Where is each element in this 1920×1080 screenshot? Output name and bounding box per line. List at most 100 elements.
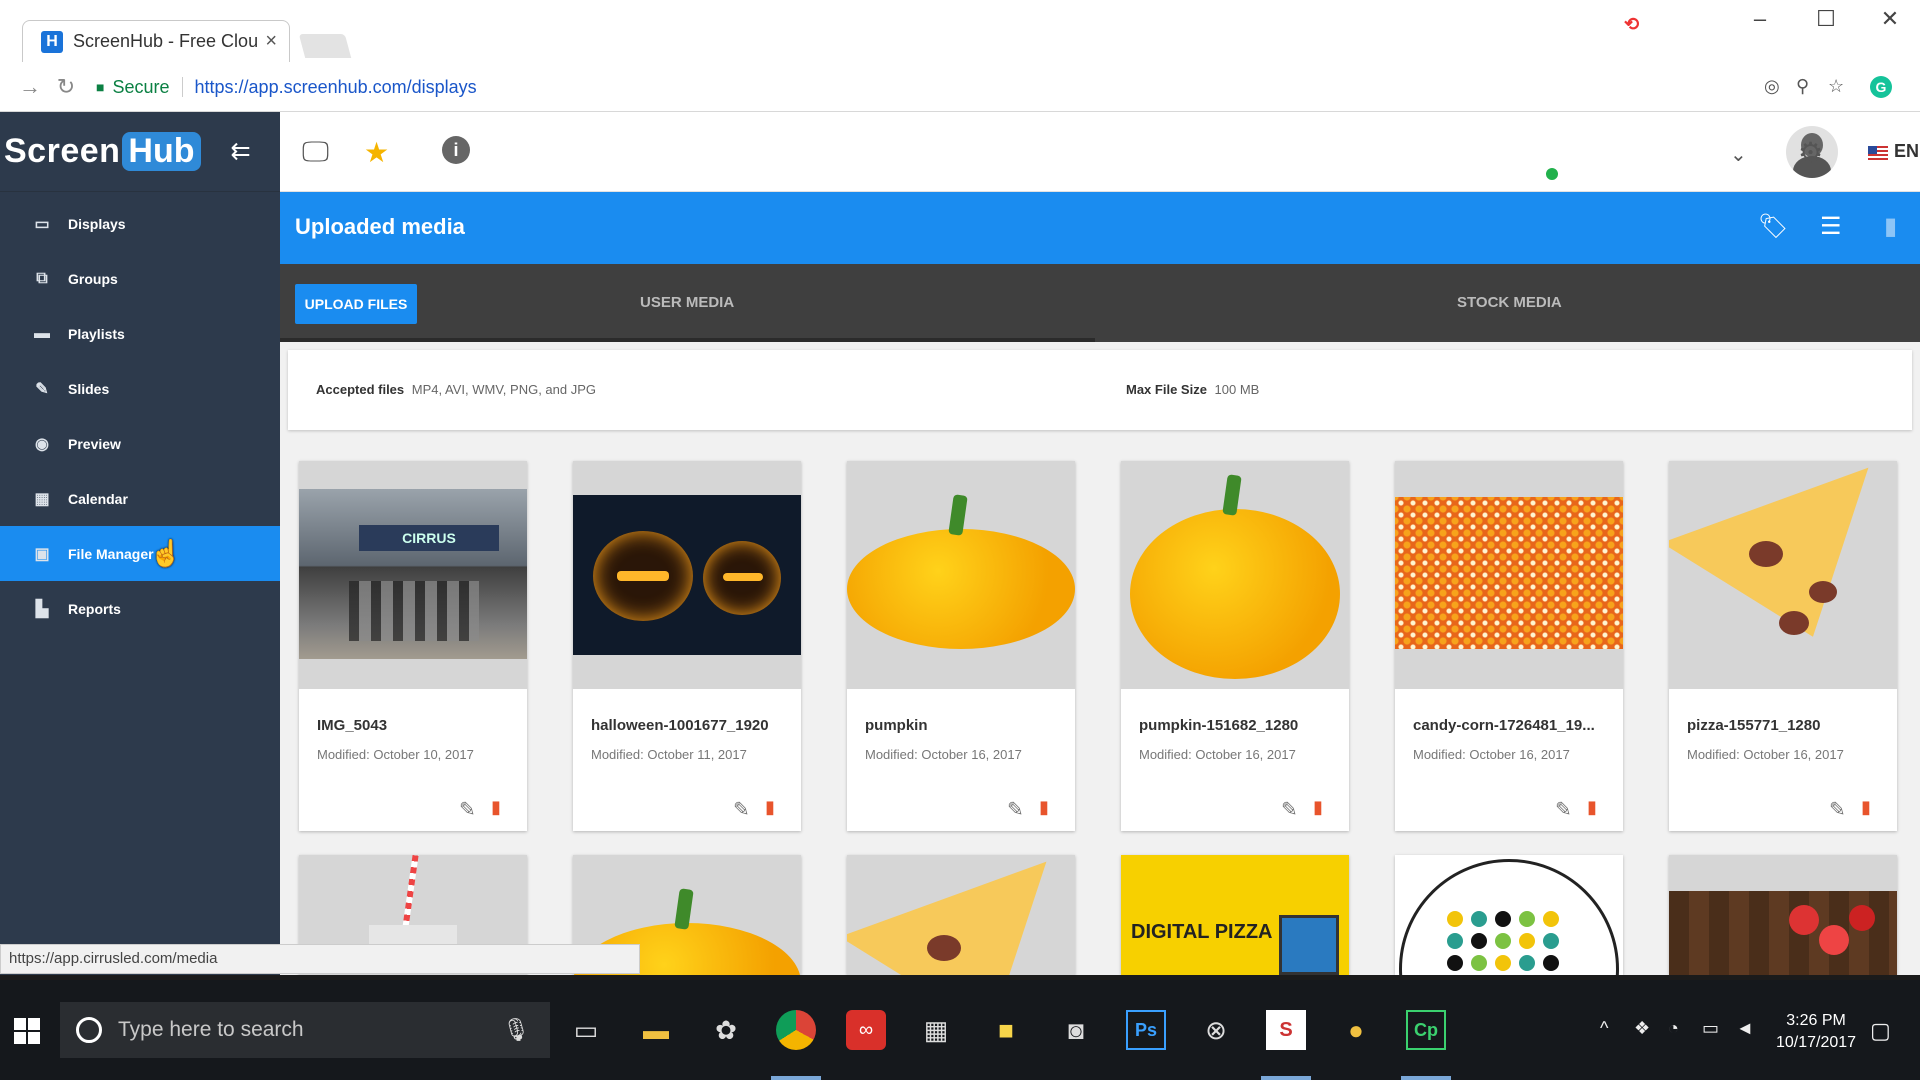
upload-info-bar: Accepted files MP4, AVI, WMV, PNG, and J… (288, 350, 1912, 430)
media-card[interactable]: halloween-1001677_1920 Modified: October … (573, 461, 801, 831)
media-thumbnail[interactable] (1395, 461, 1623, 689)
sidebar-item-file-manager[interactable]: ▣ File Manager ☝ (0, 526, 280, 581)
media-thumbnail[interactable] (1669, 461, 1897, 689)
url-text[interactable]: https://app.screenhub.com/displays (195, 77, 477, 98)
active-indicator (1261, 1076, 1311, 1080)
photoshop-icon[interactable]: Ps (1126, 1010, 1166, 1050)
upload-files-button[interactable]: UPLOAD FILES (295, 284, 417, 324)
sidebar-item-displays[interactable]: ▭ Displays (0, 196, 280, 251)
tab-user-media[interactable]: USER MEDIA (640, 294, 734, 311)
trash-icon[interactable]: ▮ (491, 797, 501, 818)
media-thumbnail[interactable] (1121, 461, 1349, 689)
star-icon[interactable]: ★ (364, 136, 389, 169)
chat-app-icon[interactable]: ● (1336, 1010, 1376, 1050)
pencil-icon[interactable]: ✎ (1555, 797, 1572, 822)
browser-tab[interactable]: H ScreenHub - Free Clou × (22, 20, 290, 62)
media-thumbnail[interactable] (1669, 855, 1897, 975)
chrome-icon[interactable] (776, 1010, 816, 1050)
media-thumbnail[interactable] (847, 855, 1075, 975)
sidebar-item-preview[interactable]: ◉ Preview (0, 416, 280, 471)
camera-icon[interactable]: ◙ (1056, 1010, 1096, 1050)
monitor-icon[interactable]: 🖵 (302, 136, 329, 169)
language-label[interactable]: EN (1894, 141, 1919, 162)
location-icon[interactable]: ◎ (1764, 76, 1780, 97)
paint-icon[interactable]: ✿ (706, 1010, 746, 1050)
calendar-icon: ▦ (34, 490, 50, 508)
media-card[interactable] (1395, 855, 1623, 975)
pencil-icon[interactable]: ✎ (1007, 797, 1024, 822)
pencil-icon[interactable]: ✎ (459, 797, 476, 822)
tray-chevron-up-icon[interactable]: ^ (1600, 1018, 1608, 1039)
sidebar-item-label: File Manager (68, 545, 154, 562)
media-card[interactable]: DIGITAL PIZZA (1121, 855, 1349, 975)
file-explorer-icon[interactable]: ▬ (636, 1010, 676, 1050)
back-icon[interactable]: → (12, 74, 48, 100)
trash-icon[interactable]: ▮ (1861, 797, 1871, 818)
media-card[interactable]: candy-corn-1726481_19... Modified: Octobe… (1395, 461, 1623, 831)
info-icon[interactable]: i (442, 136, 470, 164)
extension-icon[interactable]: ⟲ (1624, 14, 1639, 35)
sidebar-item-reports[interactable]: ▙ Reports (0, 581, 280, 636)
reload-icon[interactable]: ↻ (48, 74, 84, 100)
media-thumbnail[interactable]: DIGITAL PIZZA (1121, 855, 1349, 975)
media-card[interactable]: pumpkin Modified: October 16, 2017 ✎ ▮ (847, 461, 1075, 831)
volume-icon[interactable]: ◄ (1736, 1018, 1754, 1039)
trash-icon[interactable]: ▮ (1313, 797, 1323, 818)
wifi-icon[interactable]: ◔ (1668, 1018, 1679, 1039)
collapse-menu-icon[interactable]: ⇇ (231, 137, 251, 166)
new-tab-button[interactable] (298, 34, 352, 58)
trash-icon[interactable]: ▮ (1884, 212, 1897, 241)
media-card[interactable]: CIRRUS IMG_5043 Modified: October 10, 2017… (299, 461, 527, 831)
tag-icon[interactable]: 🏷 (1758, 212, 1788, 241)
creative-cloud-icon[interactable]: ∞ (846, 1010, 886, 1050)
list-view-icon[interactable]: ☰ (1820, 212, 1842, 241)
maximize-icon[interactable]: ☐ (1806, 6, 1846, 32)
chevron-down-icon[interactable]: ⌄ (1730, 142, 1747, 167)
media-thumbnail[interactable]: CIRRUS (299, 461, 527, 689)
captivate-icon[interactable]: Cp (1406, 1010, 1446, 1050)
status-url-tooltip: https://app.cirrusled.com/media (0, 944, 640, 974)
grammarly-icon[interactable]: G (1870, 76, 1892, 98)
clock-time: 3:26 PM (1786, 1012, 1846, 1029)
media-card[interactable] (847, 855, 1075, 975)
media-thumbnail[interactable] (847, 461, 1075, 689)
screenhub-app-icon[interactable]: S (1266, 1010, 1306, 1050)
sidebar-item-playlists[interactable]: ▬ Playlists (0, 306, 280, 361)
bookmark-star-icon[interactable]: ☆ (1828, 76, 1844, 97)
sidebar-item-groups[interactable]: ⧉ Groups (0, 251, 280, 306)
battery-icon[interactable]: ▭ (1702, 1018, 1719, 1039)
window-close-icon[interactable]: ✕ (1870, 6, 1910, 32)
trash-icon[interactable]: ▮ (765, 797, 775, 818)
xbox-icon[interactable]: ⊗ (1196, 1010, 1236, 1050)
pencil-icon[interactable]: ✎ (1829, 797, 1846, 822)
tab-stock-media[interactable]: STOCK MEDIA (1457, 294, 1562, 311)
sticky-notes-icon[interactable]: ■ (986, 1010, 1026, 1050)
url-field[interactable]: ■ Secure https://app.screenhub.com/displ… (96, 70, 1746, 104)
cortana-icon (76, 1017, 102, 1043)
windows-start-icon[interactable] (14, 1018, 40, 1044)
key-icon[interactable]: ⚲ (1796, 76, 1809, 97)
sidebar-item-calendar[interactable]: ▦ Calendar (0, 471, 280, 526)
notifications-icon[interactable]: ▢ (1870, 1018, 1891, 1044)
microphone-icon[interactable]: 🎙 (502, 1017, 530, 1043)
chart-icon: ▙ (35, 600, 49, 618)
dropbox-icon[interactable]: ❖ (1634, 1018, 1650, 1039)
calculator-icon[interactable]: ▦ (916, 1010, 956, 1050)
sidebar-item-slides[interactable]: ✎ Slides (0, 361, 280, 416)
system-clock[interactable]: 3:26 PM 10/17/2017 (1776, 1010, 1856, 1054)
trash-icon[interactable]: ▮ (1039, 797, 1049, 818)
media-card[interactable] (1669, 855, 1897, 975)
tab-close-icon[interactable]: × (265, 30, 277, 53)
taskbar-search[interactable]: Type here to search 🎙 (60, 1002, 550, 1058)
pencil-icon[interactable]: ✎ (733, 797, 750, 822)
minimize-icon[interactable]: – (1740, 6, 1780, 32)
media-card[interactable]: pumpkin-151682_1280 Modified: October 16,… (1121, 461, 1349, 831)
task-view-icon[interactable]: ▭ (566, 1010, 606, 1050)
trash-icon[interactable]: ▮ (1587, 797, 1597, 818)
gear-icon[interactable]: ⚙ (1798, 136, 1823, 169)
media-card[interactable]: pizza-155771_1280 Modified: October 16, 2… (1669, 461, 1897, 831)
pencil-icon[interactable]: ✎ (1281, 797, 1298, 822)
media-thumbnail[interactable] (1395, 855, 1623, 975)
us-flag-icon[interactable] (1868, 146, 1888, 160)
media-thumbnail[interactable] (573, 461, 801, 689)
